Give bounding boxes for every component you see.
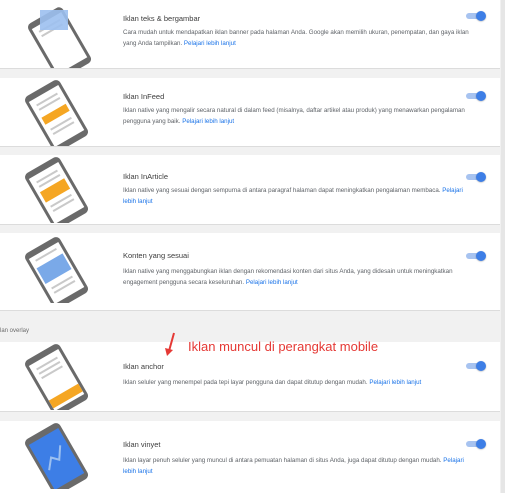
section-label: lan overlay <box>0 328 30 334</box>
text-image-ad-icon <box>28 7 92 68</box>
annotation-arrow-icon <box>165 332 175 356</box>
card-title: Iklan InArticle <box>123 172 169 181</box>
ad-settings-page: Iklan teks & bergambar Cara mudah untuk … <box>0 0 505 493</box>
learn-more-link[interactable]: Pelajari lebih lanjut <box>246 279 298 286</box>
card-title: Iklan vinyet <box>123 440 161 449</box>
card-title: Iklan teks & bergambar <box>123 14 201 23</box>
card-title: Iklan anchor <box>123 362 164 371</box>
matched-content-icon <box>25 237 89 303</box>
card-inarticle-ads: Iklan InArticle Iklan native yang sesuai… <box>0 155 500 225</box>
toggle-knob <box>476 361 486 371</box>
card-description: Iklan seluler yang menempel pada tepi la… <box>123 379 422 386</box>
toggle-inarticle-ads[interactable] <box>466 172 486 182</box>
learn-more-link[interactable]: Pelajari lebih lanjut <box>369 379 421 386</box>
learn-more-link[interactable]: Pelajari lebih lanjut <box>184 40 236 47</box>
card-infeed-ads: Iklan InFeed Iklan native yang mengalir … <box>0 78 500 147</box>
annotation-text: Iklan muncul di perangkat mobile <box>188 339 379 354</box>
toggle-anchor-ads[interactable] <box>466 361 486 371</box>
scrollbar[interactable] <box>501 0 505 493</box>
toggle-infeed-ads[interactable] <box>466 91 486 101</box>
card-description: Iklan layar penuh seluler yang muncul di… <box>123 457 464 475</box>
card-matched-content: Konten yang sesuai Iklan native yang men… <box>0 233 500 311</box>
card-description: Iklan native yang mengalir secara natura… <box>123 107 465 125</box>
card-text-image-ads: Iklan teks & bergambar Cara mudah untuk … <box>0 0 500 69</box>
toggle-matched-content[interactable] <box>466 251 486 261</box>
toggle-knob <box>476 11 486 21</box>
card-description: Cara mudah untuk mendapatkan iklan banne… <box>123 29 469 47</box>
toggle-knob <box>476 251 486 261</box>
toggle-knob <box>476 91 486 101</box>
card-description: Iklan native yang sesuai dengan sempurna… <box>123 187 463 205</box>
card-description: Iklan native yang menggabungkan iklan de… <box>123 268 453 286</box>
infeed-ad-icon <box>25 80 89 146</box>
card-title: Konten yang sesuai <box>123 251 189 260</box>
learn-more-link[interactable]: Pelajari lebih lanjut <box>182 118 234 125</box>
anchor-ad-icon <box>25 344 89 410</box>
vignette-ad-icon <box>25 423 89 489</box>
toggle-vignette-ads[interactable] <box>466 439 486 449</box>
toggle-text-image-ads[interactable] <box>466 11 486 21</box>
inarticle-ad-icon <box>25 157 89 223</box>
card-title: Iklan InFeed <box>123 92 165 101</box>
toggle-knob <box>476 439 486 449</box>
card-vignette-ads: Iklan vinyet Iklan layar penuh seluler y… <box>0 421 500 493</box>
toggle-knob <box>476 172 486 182</box>
